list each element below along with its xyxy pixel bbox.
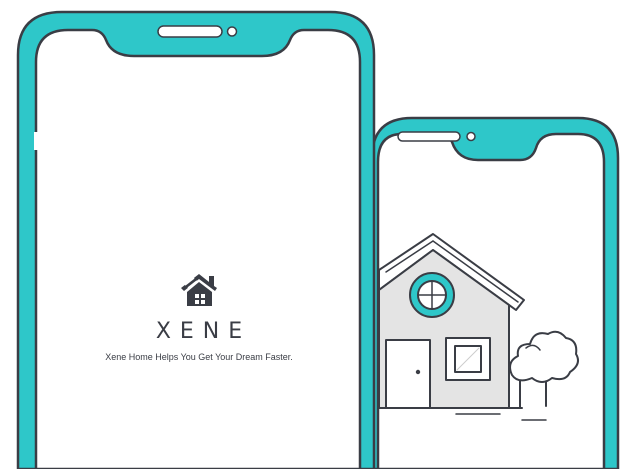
house-logo-icon [181,274,217,306]
front-phone-camera [226,26,238,37]
front-phone [16,10,376,469]
brand-name: XENE [155,319,252,344]
promo-canvas: XENE Xene Home Helps You Get Your Dream … [0,0,622,469]
tagline: Xene Home Helps You Get Your Dream Faste… [105,352,293,362]
back-phone-camera [466,131,476,142]
splash-screen: XENE Xene Home Helps You Get Your Dream … [36,272,362,362]
front-phone-speaker [157,25,223,38]
phone-mockups [16,10,620,469]
back-phone-speaker [397,131,461,142]
